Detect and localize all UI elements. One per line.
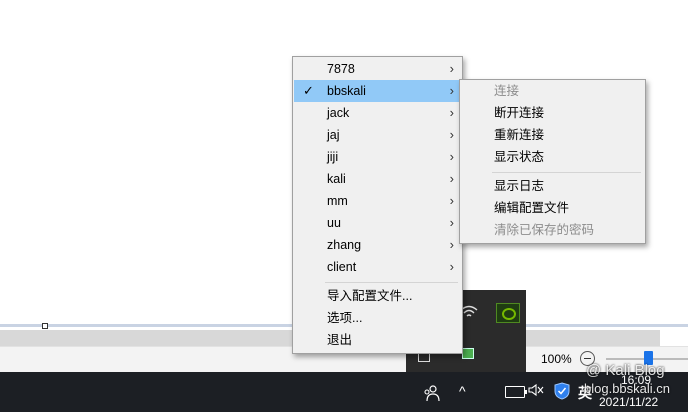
menu-item-connection-jaj[interactable]: jaj › bbox=[294, 124, 461, 146]
menu-item-options[interactable]: 选项... bbox=[294, 307, 461, 329]
menu-item-connection-zhang[interactable]: zhang › bbox=[294, 234, 461, 256]
menu-item-connection-client[interactable]: client › bbox=[294, 256, 461, 278]
connection-submenu: 连接 断开连接 重新连接 显示状态 显示日志 编辑配置文件 清除已保存的密码 bbox=[459, 79, 646, 244]
zoom-level: 100% bbox=[541, 352, 572, 366]
checkmark-icon: ✓ bbox=[303, 83, 314, 98]
openvpn-context-menu: 7878 › ✓ bbskali › jack › jaj › jiji › k… bbox=[292, 56, 463, 354]
chevron-right-icon: › bbox=[449, 171, 454, 186]
submenu-item-edit-config[interactable]: 编辑配置文件 bbox=[461, 197, 644, 219]
shield-icon[interactable] bbox=[554, 382, 570, 400]
menu-item-connection-mm[interactable]: mm › bbox=[294, 190, 461, 212]
chevron-right-icon: › bbox=[449, 127, 454, 142]
chevron-right-icon: › bbox=[449, 83, 454, 98]
submenu-item-connect: 连接 bbox=[494, 84, 520, 98]
menu-item-import-config[interactable]: 导入配置文件... bbox=[294, 285, 461, 307]
volume-muted-icon[interactable] bbox=[528, 383, 544, 400]
submenu-item-disconnect[interactable]: 断开连接 bbox=[461, 102, 644, 124]
watermark-line-1: @ Kali Blog bbox=[586, 362, 665, 379]
chevron-right-icon: › bbox=[449, 105, 454, 120]
menu-separator bbox=[325, 282, 458, 283]
chevron-right-icon: › bbox=[449, 259, 454, 274]
submenu-item-show-status[interactable]: 显示状态 bbox=[461, 146, 644, 168]
watermark-line-2: blog.bbskali.cn bbox=[584, 381, 670, 396]
battery-icon[interactable] bbox=[505, 386, 527, 398]
chevron-right-icon: › bbox=[449, 193, 454, 208]
menu-item-connection-jack[interactable]: jack › bbox=[294, 102, 461, 124]
menu-item-exit[interactable]: 退出 bbox=[294, 329, 461, 351]
submenu-item-reconnect[interactable]: 重新连接 bbox=[461, 124, 644, 146]
menu-item-connection-uu[interactable]: uu › bbox=[294, 212, 461, 234]
selection-handle[interactable] bbox=[42, 323, 48, 329]
network-adapter-icon[interactable] bbox=[462, 348, 474, 359]
people-icon[interactable] bbox=[422, 384, 440, 402]
chevron-up-icon[interactable]: ^ bbox=[459, 383, 466, 399]
clock-date[interactable]: 2021/11/22 bbox=[599, 395, 658, 409]
menu-item-connection-bbskali[interactable]: ✓ bbskali › bbox=[294, 80, 461, 102]
menu-item-connection-kali[interactable]: kali › bbox=[294, 168, 461, 190]
submenu-item-clear-saved-password: 清除已保存的密码 bbox=[494, 223, 595, 237]
menu-item-connection-7878[interactable]: 7878 › bbox=[294, 58, 461, 80]
submenu-separator bbox=[492, 172, 641, 173]
chevron-right-icon: › bbox=[449, 215, 454, 230]
chevron-right-icon: › bbox=[449, 61, 454, 76]
submenu-item-show-log[interactable]: 显示日志 bbox=[461, 175, 644, 197]
chevron-right-icon: › bbox=[449, 237, 454, 252]
chevron-right-icon: › bbox=[449, 149, 454, 164]
wifi-icon[interactable] bbox=[460, 305, 480, 321]
menu-item-connection-jiji[interactable]: jiji › bbox=[294, 146, 461, 168]
nvidia-icon[interactable] bbox=[496, 303, 520, 323]
